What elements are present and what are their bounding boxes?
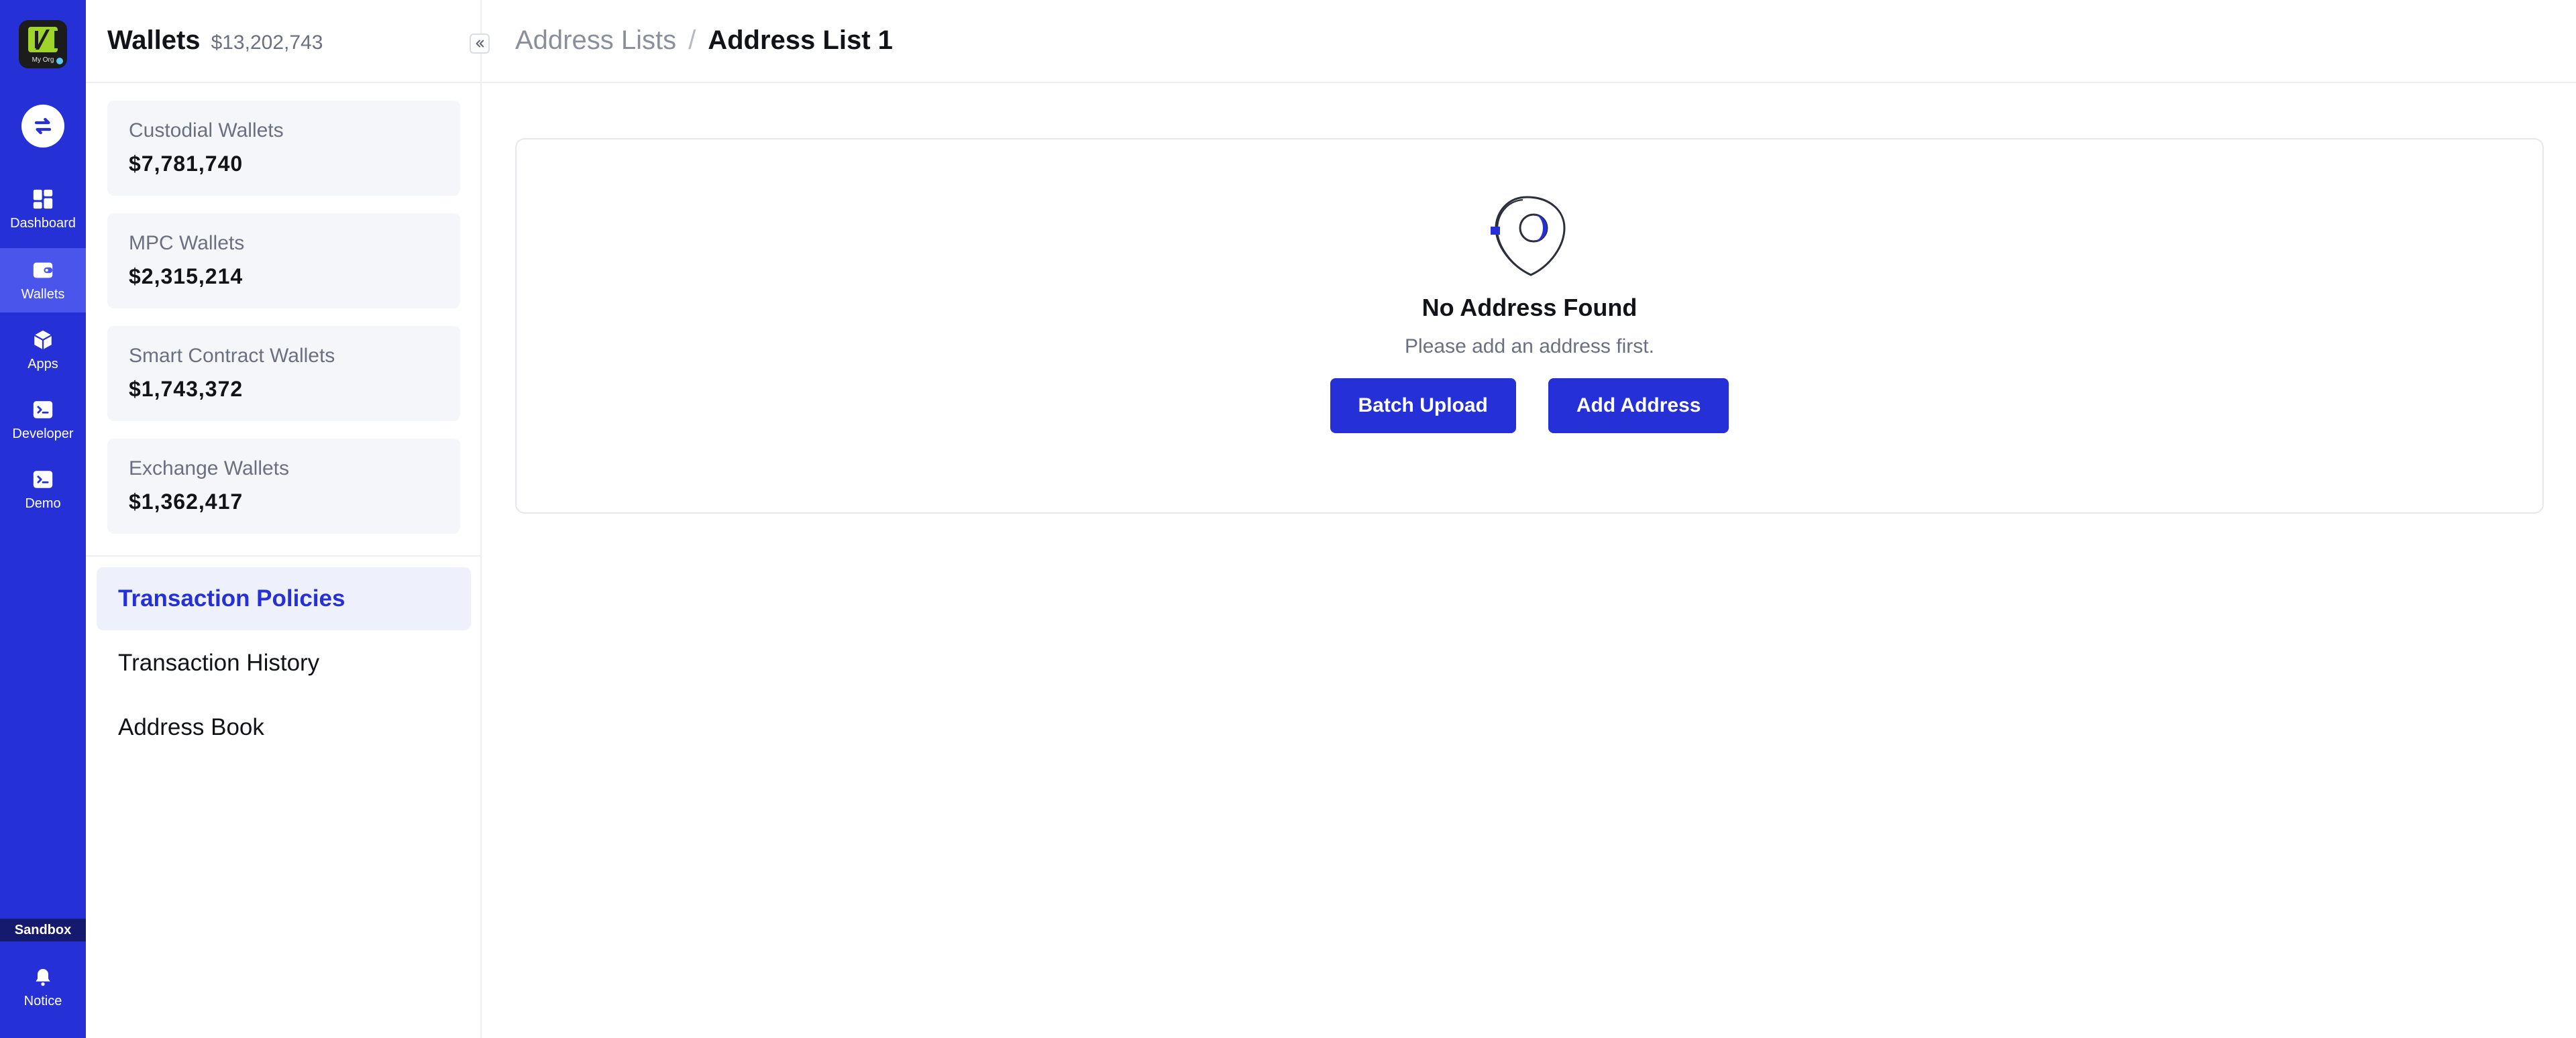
bell-icon bbox=[32, 966, 54, 988]
wallet-card-name: MPC Wallets bbox=[129, 232, 245, 254]
empty-state: No Address Found Please add an address f… bbox=[517, 193, 2542, 433]
rail-item-notice[interactable]: Notice bbox=[0, 955, 86, 1019]
address-list-panel: No Address Found Please add an address f… bbox=[515, 138, 2544, 514]
sidebar-divider bbox=[86, 555, 482, 557]
sidebar-header: Wallets $13,202,743 bbox=[107, 25, 323, 56]
sidebar-title: Wallets bbox=[107, 25, 201, 55]
switch-button[interactable] bbox=[21, 105, 64, 148]
swap-arrows-icon bbox=[34, 117, 52, 135]
left-rail: My Org Dashboard Wallets Apps Developer bbox=[0, 0, 86, 1038]
rail-item-label: Apps bbox=[28, 356, 58, 371]
nav-item-transaction-policies[interactable]: Transaction Policies bbox=[97, 567, 471, 630]
logo-mark-icon bbox=[28, 27, 58, 52]
status-dot bbox=[55, 56, 64, 66]
sidebar-header-divider bbox=[86, 82, 482, 83]
nav-item-address-book[interactable]: Address Book bbox=[97, 696, 471, 759]
breadcrumb: Address Lists / Address List 1 bbox=[515, 25, 893, 56]
rail-item-label: Notice bbox=[23, 993, 62, 1008]
wallet-card-name: Smart Contract Wallets bbox=[129, 345, 335, 367]
wallet-card-mpc[interactable]: MPC Wallets $2,315,214 bbox=[107, 213, 460, 308]
empty-state-actions: Batch Upload Add Address bbox=[1330, 378, 1729, 433]
terminal-icon bbox=[32, 468, 54, 491]
breadcrumb-address-lists[interactable]: Address Lists bbox=[515, 25, 676, 56]
double-chevron-left-icon bbox=[476, 40, 484, 48]
wallet-card-amount: $1,743,372 bbox=[129, 377, 244, 401]
top-bar: Address Lists / Address List 1 bbox=[482, 0, 2576, 83]
wallet-card-exchange[interactable]: Exchange Wallets $1,362,417 bbox=[107, 439, 460, 534]
wallet-card-amount: $7,781,740 bbox=[129, 152, 244, 176]
sidebar-total: $13,202,743 bbox=[211, 32, 323, 54]
org-logo[interactable]: My Org bbox=[19, 20, 67, 68]
rail-item-dashboard[interactable]: Dashboard bbox=[0, 177, 86, 241]
wallet-card-name: Custodial Wallets bbox=[129, 119, 284, 141]
rail-item-apps[interactable]: Apps bbox=[0, 318, 86, 382]
terminal-icon bbox=[32, 398, 54, 421]
empty-state-title: No Address Found bbox=[1421, 294, 1638, 321]
wallets-sidebar: Wallets $13,202,743 Custodial Wallets $7… bbox=[86, 0, 482, 1038]
wallet-card-amount: $1,362,417 bbox=[129, 489, 244, 514]
batch-upload-button[interactable]: Batch Upload bbox=[1330, 378, 1516, 433]
grid-icon bbox=[32, 188, 54, 211]
cube-icon bbox=[32, 329, 54, 351]
wallet-card-amount: $2,315,214 bbox=[129, 264, 244, 288]
rail-item-wallets[interactable]: Wallets bbox=[0, 248, 86, 312]
nav-item-transaction-history[interactable]: Transaction History bbox=[97, 632, 471, 695]
collapse-sidebar-button[interactable] bbox=[470, 34, 490, 54]
rail-item-demo[interactable]: Demo bbox=[0, 457, 86, 522]
wallet-icon bbox=[32, 259, 54, 282]
empty-location-pin-icon bbox=[1491, 196, 1566, 276]
rail-item-label: Developer bbox=[12, 426, 74, 441]
rail-item-developer[interactable]: Developer bbox=[0, 388, 86, 452]
wallet-card-name: Exchange Wallets bbox=[129, 457, 290, 479]
rail-item-label: Dashboard bbox=[10, 215, 76, 231]
breadcrumb-separator: / bbox=[688, 25, 696, 55]
rail-item-label: Demo bbox=[25, 496, 61, 511]
empty-state-subtitle: Please add an address first. bbox=[1405, 335, 1654, 357]
wallet-card-smart-contract[interactable]: Smart Contract Wallets $1,743,372 bbox=[107, 326, 460, 421]
breadcrumb-current: Address List 1 bbox=[708, 25, 893, 55]
wallet-card-custodial[interactable]: Custodial Wallets $7,781,740 bbox=[107, 101, 460, 196]
add-address-button[interactable]: Add Address bbox=[1548, 378, 1729, 433]
rail-item-label: Wallets bbox=[21, 286, 65, 302]
sandbox-badge: Sandbox bbox=[0, 919, 86, 941]
